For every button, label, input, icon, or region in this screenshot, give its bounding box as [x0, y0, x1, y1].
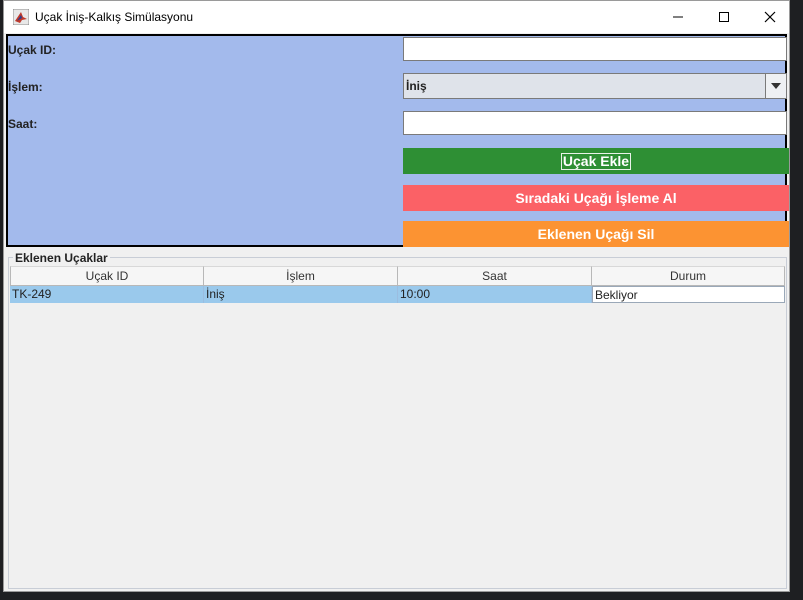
close-icon: [764, 11, 776, 23]
plane-id-field[interactable]: [403, 37, 787, 61]
time-field[interactable]: [403, 111, 787, 135]
app-window: Uçak İniş-Kalkış Simülasyonu Uçak ID: İş…: [3, 0, 790, 592]
process-next-button[interactable]: Sıradaki Uçağı İşleme Al: [403, 185, 789, 211]
column-header-status[interactable]: Durum: [592, 266, 785, 286]
cell-plane-id[interactable]: TK-249: [10, 286, 204, 303]
delete-plane-button[interactable]: Eklenen Uçağı Sil: [403, 221, 789, 247]
plane-id-label: Uçak ID:: [8, 43, 57, 57]
table-row[interactable]: TK-249 İniş 10:00 Bekliyor: [10, 286, 785, 303]
operation-selected-value: İniş: [406, 79, 427, 93]
cell-operation[interactable]: İniş: [204, 286, 398, 303]
cell-time[interactable]: 10:00: [398, 286, 592, 303]
operation-select[interactable]: İniş: [403, 73, 787, 99]
table-header: Uçak ID İşlem Saat Durum: [10, 266, 785, 286]
window-title: Uçak İniş-Kalkış Simülasyonu: [35, 10, 194, 24]
column-header-time[interactable]: Saat: [398, 266, 592, 286]
minimize-button[interactable]: [655, 1, 701, 33]
added-planes-group: Eklenen Uçaklar: [8, 251, 787, 589]
chevron-down-icon[interactable]: [765, 74, 786, 98]
column-header-operation[interactable]: İşlem: [204, 266, 398, 286]
title-bar[interactable]: Uçak İniş-Kalkış Simülasyonu: [4, 1, 789, 33]
maximize-button[interactable]: [701, 1, 747, 33]
plane-form-panel: Uçak ID: İşlem: İniş Saat: Uçak Ekle Sır…: [6, 34, 789, 247]
maximize-icon: [719, 12, 729, 22]
process-next-button-label: Sıradaki Uçağı İşleme Al: [515, 190, 677, 206]
close-button[interactable]: [747, 1, 789, 33]
airplane-app-icon: [12, 8, 30, 26]
add-plane-button[interactable]: Uçak Ekle: [403, 148, 789, 174]
cell-status[interactable]: Bekliyor: [592, 286, 785, 303]
column-header-plane-id[interactable]: Uçak ID: [10, 266, 204, 286]
time-input[interactable]: [404, 112, 786, 134]
time-label: Saat:: [8, 117, 38, 131]
add-plane-button-label: Uçak Ekle: [560, 152, 632, 170]
minimize-icon: [673, 16, 683, 18]
plane-id-input[interactable]: [404, 38, 786, 60]
group-title: Eklenen Uçaklar: [13, 251, 110, 265]
delete-plane-button-label: Eklenen Uçağı Sil: [537, 226, 655, 242]
operation-label: İşlem:: [8, 80, 43, 94]
